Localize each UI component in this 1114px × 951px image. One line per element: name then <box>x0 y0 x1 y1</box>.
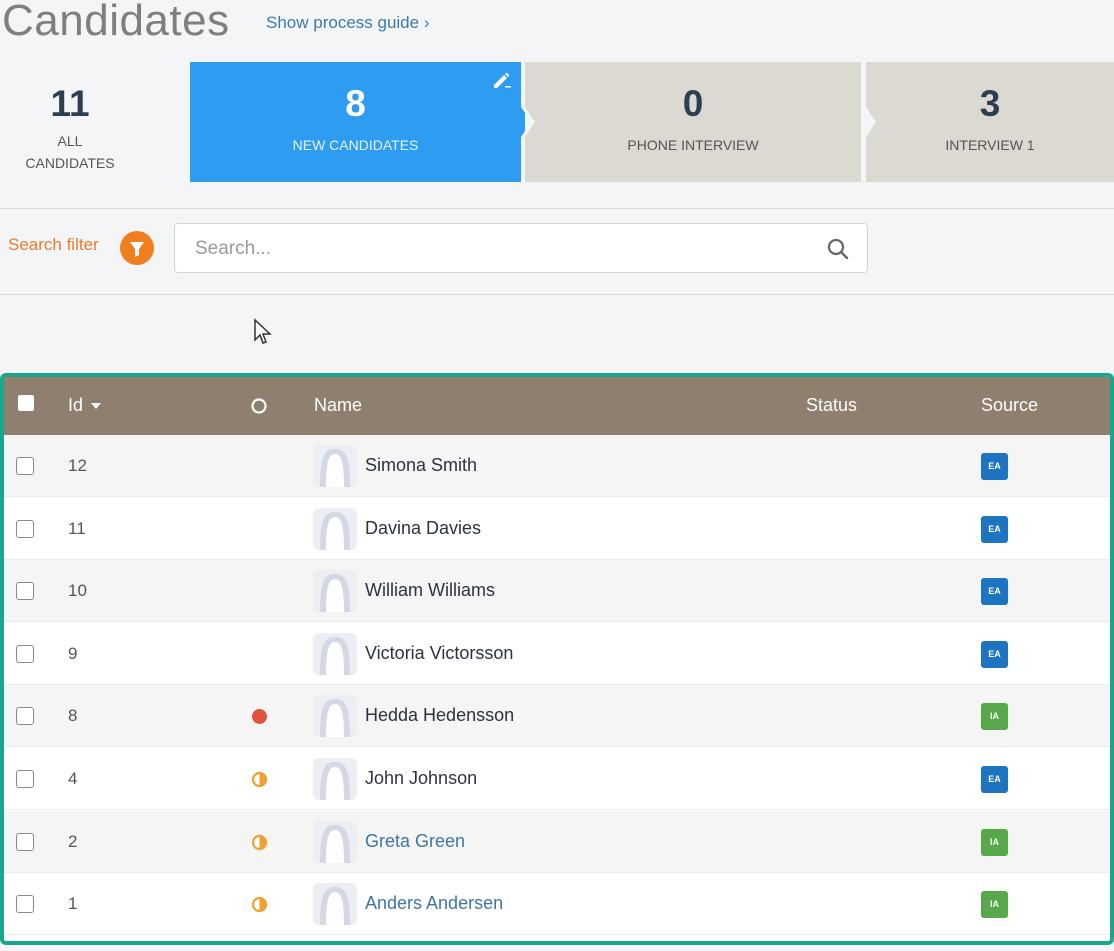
avatar-placeholder-icon <box>313 507 357 550</box>
stage-phone-interview[interactable]: 0 PHONE INTERVIEW <box>525 62 861 182</box>
avatar-placeholder-icon <box>313 695 357 738</box>
candidate-name-link[interactable]: William Williams <box>365 580 495 601</box>
candidate-name-link[interactable]: Greta Green <box>365 831 465 852</box>
stage-count: 11 <box>50 83 90 124</box>
divider <box>0 294 1114 295</box>
avatar-placeholder-icon <box>313 883 357 926</box>
stage-label: PHONE INTERVIEW <box>627 137 759 153</box>
avatar-placeholder-icon <box>313 758 357 800</box>
stage-new-candidates[interactable]: 8 NEW CANDIDATES <box>190 62 531 182</box>
avatar-placeholder-icon <box>313 570 357 613</box>
status-circle-icon[interactable] <box>250 397 268 415</box>
candidate-name-link[interactable]: Simona Smith <box>365 455 477 476</box>
avatar-placeholder-icon <box>313 445 357 487</box>
stage-count: 3 <box>979 83 1001 124</box>
candidate-id: 11 <box>68 518 86 538</box>
divider <box>0 208 1114 209</box>
source-badge: EA <box>981 578 1008 606</box>
candidate-name-link[interactable]: Hedda Hedensson <box>365 705 514 726</box>
row-checkbox[interactable] <box>16 582 34 601</box>
candidate-id: 8 <box>68 706 78 726</box>
stage-arrow-cutout <box>866 107 876 137</box>
stage-label: NEW CANDIDATES <box>292 137 419 153</box>
table-row[interactable]: 9 Victoria Victorsson EA <box>4 622 1110 685</box>
row-checkbox[interactable] <box>16 770 34 788</box>
candidate-id: 1 <box>68 894 78 914</box>
magnifier-search-icon[interactable] <box>825 236 851 262</box>
column-header-name[interactable]: Name <box>314 395 362 416</box>
row-checkbox[interactable] <box>16 457 34 475</box>
candidate-id: 4 <box>68 769 78 788</box>
table-header: Id Name Status Source <box>4 377 1110 435</box>
search-input[interactable] <box>195 236 815 262</box>
source-badge: IA <box>981 891 1008 919</box>
table-row[interactable]: 1 Anders Andersen IA <box>4 873 1110 936</box>
candidate-id: 10 <box>68 581 87 601</box>
candidate-id: 9 <box>68 643 78 663</box>
source-badge: IA <box>981 828 1008 856</box>
candidate-name-link[interactable]: Victoria Victorsson <box>365 643 513 664</box>
sort-down-caret-icon <box>91 403 102 410</box>
candidate-name-link[interactable]: Davina Davies <box>365 518 481 539</box>
stage-label-line1: ALL <box>57 133 83 149</box>
candidates-table: Id Name Status Source 12 Simona Smith EA 11… <box>0 373 1114 945</box>
stage-all-candidates[interactable]: 11 ALL CANDIDATES <box>0 62 140 182</box>
row-checkbox[interactable] <box>16 707 34 726</box>
row-checkbox[interactable] <box>16 644 34 663</box>
mouse-cursor-icon <box>254 318 272 344</box>
stage-arrow-cutout <box>525 107 535 137</box>
stage-label: ALL CANDIDATES <box>0 130 140 174</box>
status-indicator-icon <box>251 771 268 788</box>
table-row[interactable]: 10 William Williams EA <box>4 560 1110 623</box>
column-header-status[interactable]: Status <box>806 395 857 416</box>
candidate-id: 12 <box>68 456 87 475</box>
source-badge: EA <box>981 766 1008 793</box>
table-row[interactable]: 2 Greta Green IA <box>4 810 1110 873</box>
page-title: Candidates <box>2 0 230 45</box>
stage-interview-1[interactable]: 3 INTERVIEW 1 <box>866 62 1114 182</box>
candidate-name-link[interactable]: John Johnson <box>365 768 477 789</box>
source-badge: IA <box>981 703 1008 731</box>
search-box <box>174 223 868 273</box>
pencil-edit-icon[interactable] <box>491 70 511 90</box>
status-indicator-icon <box>252 709 267 725</box>
column-header-source[interactable]: Source <box>981 395 1038 416</box>
table-row[interactable]: 12 Simona Smith EA <box>4 435 1110 497</box>
pipeline-stages: 11 ALL CANDIDATES 8 NEW CANDIDATES 0 PHO… <box>0 62 1114 182</box>
source-badge: EA <box>981 640 1008 668</box>
search-filter-label[interactable]: Search filter <box>8 235 99 255</box>
row-checkbox[interactable] <box>16 895 34 914</box>
stage-count: 0 <box>682 83 704 124</box>
row-checkbox[interactable] <box>16 832 34 851</box>
avatar-placeholder-icon <box>313 820 357 863</box>
column-header-id[interactable]: Id <box>68 395 102 416</box>
table-row[interactable]: 11 Davina Davies EA <box>4 497 1110 560</box>
funnel-filter-icon[interactable] <box>120 231 154 265</box>
select-all-checkbox[interactable] <box>18 395 34 411</box>
show-process-guide-link[interactable]: Show process guide › <box>266 13 429 33</box>
stage-label: INTERVIEW 1 <box>945 137 1035 153</box>
candidate-name-link[interactable]: Anders Andersen <box>365 893 503 914</box>
table-row[interactable]: 4 John Johnson EA <box>4 748 1110 810</box>
avatar-placeholder-icon <box>313 632 357 675</box>
table-row[interactable]: 8 Hedda Hedensson IA <box>4 685 1110 748</box>
stage-label-line2: CANDIDATES <box>25 155 115 171</box>
status-indicator-icon <box>251 834 268 850</box>
source-badge: EA <box>981 453 1008 480</box>
source-badge: EA <box>981 515 1008 543</box>
stage-count: 8 <box>345 83 366 124</box>
column-id-label: Id <box>68 395 84 415</box>
row-checkbox[interactable] <box>16 519 34 538</box>
candidate-id: 2 <box>68 831 78 851</box>
status-indicator-icon <box>251 897 268 913</box>
